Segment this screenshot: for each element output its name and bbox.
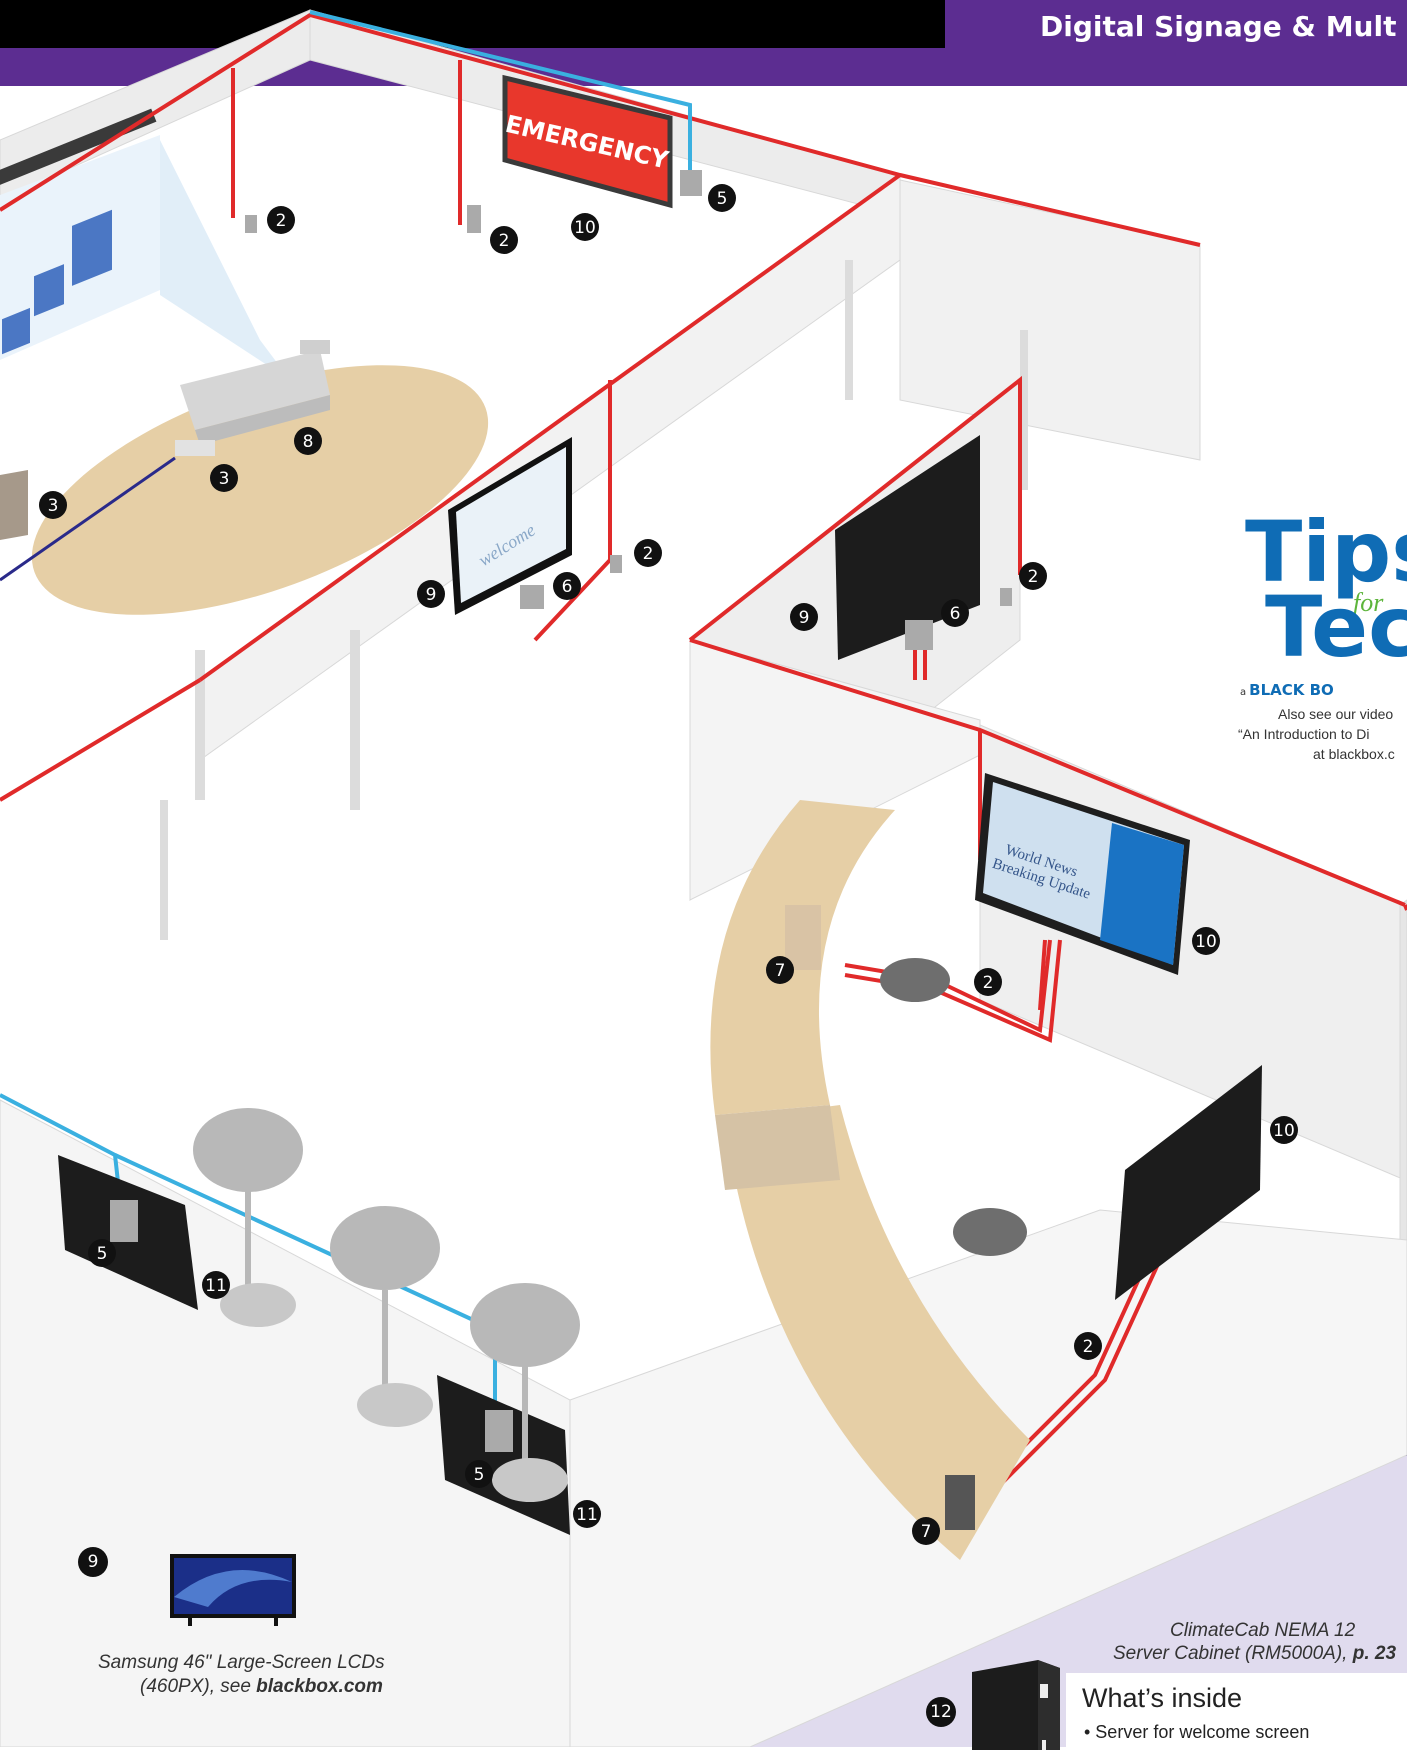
callout-number: 11 bbox=[576, 1505, 598, 1525]
callout-badge: 2 bbox=[267, 206, 295, 234]
callout-badge: 10 bbox=[1270, 1116, 1298, 1144]
callout-number: 7 bbox=[921, 1522, 932, 1542]
samsung-lcd-thumbnail bbox=[170, 1554, 296, 1626]
callout-number: 7 bbox=[775, 961, 786, 981]
callout-number: 2 bbox=[1083, 1337, 1094, 1357]
callout-number: 6 bbox=[562, 577, 573, 597]
callout-number: 2 bbox=[499, 231, 510, 251]
news-display-panel bbox=[1100, 823, 1184, 965]
network-box-lower bbox=[945, 1475, 975, 1530]
callout-badge: 6 bbox=[941, 599, 969, 627]
network-box-upper bbox=[785, 905, 821, 970]
black-box-brand: a BLACK BO bbox=[1240, 681, 1334, 699]
callout-number: 9 bbox=[799, 608, 810, 628]
callout-badge: 2 bbox=[490, 226, 518, 254]
brand-prefix: a bbox=[1240, 687, 1247, 698]
callout-number: 5 bbox=[474, 1465, 485, 1485]
callout-number: 2 bbox=[1028, 567, 1039, 587]
tips-for-tech-logo: Tips for Tec aBLACK BO bbox=[1235, 510, 1407, 715]
callout-number: 9 bbox=[426, 585, 437, 605]
callout-badge: 9 bbox=[417, 580, 445, 608]
callout-number: 3 bbox=[48, 496, 59, 516]
callout-number: 6 bbox=[950, 604, 961, 624]
callout-badge: 5 bbox=[708, 184, 736, 212]
cabinet-page-ref[interactable]: p. 23 bbox=[1353, 1643, 1396, 1664]
reception-desk-front bbox=[715, 1105, 840, 1190]
callout-badge: 11 bbox=[573, 1500, 601, 1528]
tech-word: Tec bbox=[1265, 578, 1407, 676]
server-cabinet-thumbnail bbox=[972, 1660, 1060, 1750]
whats-inside-item: • Server for welcome screen bbox=[1084, 1722, 1310, 1742]
callout-badge: 10 bbox=[571, 213, 599, 241]
brand-name: BLACK BO bbox=[1249, 681, 1334, 699]
samsung-link[interactable]: blackbox.com bbox=[256, 1676, 383, 1697]
callout-badge: 2 bbox=[634, 539, 662, 567]
callout-number: 5 bbox=[717, 189, 728, 209]
callout-badge: 2 bbox=[974, 968, 1002, 996]
callout-badge: 8 bbox=[294, 427, 322, 455]
callout-badge: 6 bbox=[553, 572, 581, 600]
callout-badge: 9 bbox=[790, 603, 818, 631]
callout-number: 2 bbox=[983, 973, 994, 993]
callout-badge: 2 bbox=[1019, 562, 1047, 590]
tips-line-3: at blackbox.c bbox=[1313, 746, 1395, 762]
callout-badge: 3 bbox=[210, 464, 238, 492]
callout-number: 10 bbox=[1273, 1121, 1295, 1141]
callout-badge: 5 bbox=[465, 1460, 493, 1488]
whats-inside-heading: What’s inside bbox=[1082, 1683, 1243, 1713]
callout-number: 11 bbox=[205, 1276, 227, 1296]
samsung-caption-line1: Samsung 46" Large-Screen LCDs bbox=[98, 1652, 385, 1673]
samsung-caption-prefix: (460PX), see bbox=[140, 1676, 257, 1697]
callout-number: 5 bbox=[97, 1244, 108, 1264]
cabinet-caption-line2: Server Cabinet (RM5000A), p. 23 bbox=[1113, 1643, 1396, 1665]
callout-number: 2 bbox=[276, 211, 287, 231]
callout-badge: 7 bbox=[912, 1517, 940, 1545]
legend-badge-9: 9 bbox=[78, 1547, 108, 1577]
cabinet-caption-line1: ClimateCab NEMA 12 bbox=[1170, 1620, 1356, 1641]
callout-badge: 10 bbox=[1192, 927, 1220, 955]
floor-plan-diagram: EMERGENCY welcome World News Breaking Up… bbox=[0, 9, 1407, 1747]
cabinet-caption-prefix: Server Cabinet (RM5000A), bbox=[1113, 1643, 1353, 1664]
tips-line-1: Also see our video bbox=[1278, 706, 1394, 722]
legend-badge-12: 12 bbox=[926, 1697, 956, 1727]
podium bbox=[0, 470, 28, 540]
callout-number: 3 bbox=[219, 469, 230, 489]
tips-line-2: “An Introduction to Di bbox=[1238, 726, 1370, 742]
callout-number: 10 bbox=[574, 218, 596, 238]
callout-number: 10 bbox=[1195, 932, 1217, 952]
callout-badge: 3 bbox=[39, 491, 67, 519]
callout-badge: 7 bbox=[766, 956, 794, 984]
callout-badge: 5 bbox=[88, 1239, 116, 1267]
callout-number: 2 bbox=[643, 544, 654, 564]
callout-badge: 2 bbox=[1074, 1332, 1102, 1360]
callout-number: 8 bbox=[303, 432, 314, 452]
callout-badge: 11 bbox=[202, 1271, 230, 1299]
samsung-caption-line2: (460PX), see blackbox.com bbox=[140, 1676, 383, 1698]
